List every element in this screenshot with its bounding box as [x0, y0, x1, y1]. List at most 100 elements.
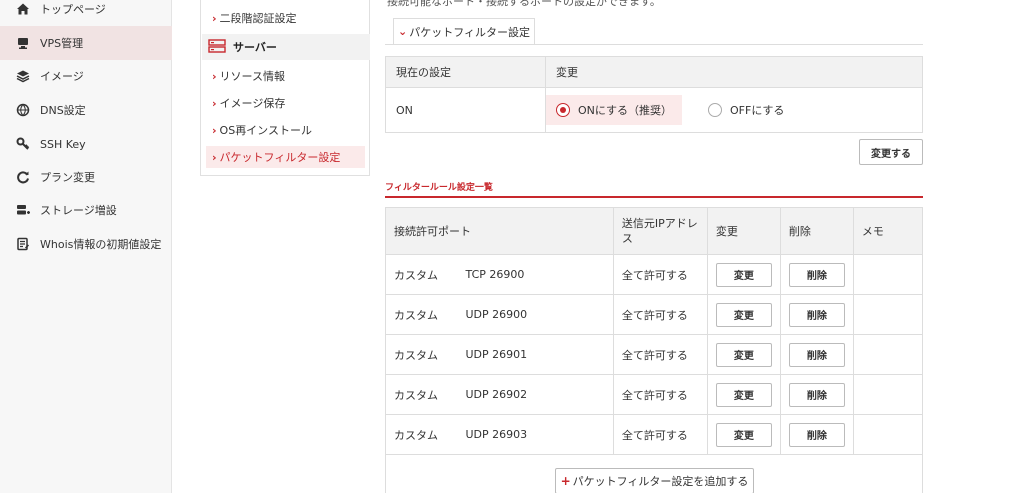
subnav-item-two-factor[interactable]: › 二段階認証設定 [206, 7, 365, 29]
rule-port: UDP 26902 [457, 374, 614, 415]
tab-label: パケットフィルター設定 [409, 25, 530, 39]
radio-off-label: OFFにする [730, 104, 785, 117]
rule-type: カスタム [385, 374, 458, 415]
page-description: 接続可能なポート・接続するポートの設定ができます。 [387, 0, 661, 8]
table-row: カスタム UDP 26901 全て許可する 変更 削除 [385, 334, 924, 375]
rule-delete-cell: 削除 [779, 294, 854, 335]
table-row: ON ONにする（推奨） OFFにする [385, 87, 923, 133]
edit-rule-button[interactable]: 変更 [715, 422, 772, 447]
rules-section-title: フィルタールール設定一覧 [385, 183, 493, 193]
sidebar-item-top[interactable]: トップページ [0, 0, 172, 26]
rule-delete-cell: 削除 [779, 334, 854, 375]
rule-delete-cell: 削除 [779, 414, 854, 455]
rule-port: UDP 26901 [457, 334, 614, 375]
rule-type: カスタム [385, 254, 458, 295]
refresh-icon [16, 170, 30, 184]
rule-change-cell: 変更 [706, 374, 781, 415]
rule-port: UDP 26900 [457, 294, 614, 335]
storage-icon [16, 203, 30, 217]
subnav-item-packet-filter[interactable]: › パケットフィルター設定 [206, 146, 365, 168]
table-row: カスタム UDP 26903 全て許可する 変更 削除 [385, 414, 924, 455]
edit-rule-button[interactable]: 変更 [715, 382, 772, 407]
rules-section-divider [385, 196, 923, 198]
sidebar-item-ssh-key[interactable]: SSH Key [0, 127, 172, 161]
apply-change-button[interactable]: 変更する [859, 139, 923, 165]
radio-on-indicator[interactable] [556, 103, 570, 117]
rule-memo [852, 374, 924, 415]
column-header-change: 変更 [545, 56, 923, 88]
home-icon [16, 2, 30, 16]
rule-source: 全て許可する [612, 414, 708, 455]
sidebar-item-label: トップページ [40, 3, 106, 16]
table-header-row: 現在の設定 変更 [385, 56, 923, 88]
rule-port: UDP 26903 [457, 414, 614, 455]
sidebar-item-whois[interactable]: Whois情報の初期値設定 [0, 227, 172, 261]
subnav-item-label: 二段階認証設定 [219, 12, 297, 25]
sidebar-item-label: Whois情報の初期値設定 [40, 238, 162, 251]
subnav-item-os-reinstall[interactable]: › OS再インストール [206, 119, 365, 141]
radio-option-on[interactable]: ONにする（推奨） [546, 95, 682, 125]
sidebar-item-label: DNS設定 [40, 104, 86, 117]
delete-rule-button[interactable]: 削除 [788, 422, 845, 447]
tab-divider [385, 44, 923, 45]
sidebar-item-storage[interactable]: ストレージ増設 [0, 193, 172, 227]
server-rack-icon [208, 38, 226, 56]
sidebar-item-vps[interactable]: VPS管理 [0, 26, 172, 60]
sidebar-item-label: ストレージ増設 [40, 204, 117, 217]
sidebar-item-label: VPS管理 [40, 37, 84, 50]
server-icon [16, 36, 30, 50]
rule-change-cell: 変更 [706, 294, 781, 335]
edit-rule-button[interactable]: 変更 [715, 262, 772, 287]
subnav-section-server: サーバー [202, 34, 370, 60]
add-button-label: パケットフィルター設定を追加する [572, 475, 749, 488]
table-row: カスタム UDP 26902 全て許可する 変更 削除 [385, 374, 924, 415]
left-navigation: トップページ VPS管理 イメージ DNS設定 SSH Key プラン変更 スト… [0, 0, 172, 493]
rule-type: カスタム [385, 294, 458, 335]
subnav-item-image-save[interactable]: › イメージ保存 [206, 92, 365, 114]
filter-rules-table: 接続許可ポート 送信元IPアドレス 変更 削除 メモ カスタム TCP 2690… [385, 207, 924, 455]
edit-rule-button[interactable]: 変更 [715, 302, 772, 327]
rule-delete-cell: 削除 [779, 254, 854, 295]
filter-settings-table: 現在の設定 変更 ON ONにする（推奨） OFFにする [385, 56, 923, 133]
document-icon [16, 237, 30, 251]
sidebar-item-image[interactable]: イメージ [0, 59, 172, 93]
sidebar-item-plan-change[interactable]: プラン変更 [0, 160, 172, 194]
subnav-item-label: OS再インストール [219, 124, 312, 137]
rule-memo [852, 414, 924, 455]
sidebar-item-dns[interactable]: DNS設定 [0, 93, 172, 127]
radio-on-label: ONにする（推奨） [578, 104, 672, 117]
tab-packet-filter[interactable]: ⌄ パケットフィルター設定 [393, 18, 535, 44]
radio-option-off[interactable]: OFFにする [698, 95, 794, 125]
rule-type: カスタム [385, 414, 458, 455]
subnav-item-resource-info[interactable]: › リソース情報 [206, 65, 365, 87]
subnav-section-label: サーバー [233, 41, 277, 54]
delete-rule-button[interactable]: 削除 [788, 262, 845, 287]
current-setting-value: ON [385, 87, 546, 133]
plus-icon: + [560, 474, 571, 488]
rule-change-cell: 変更 [706, 334, 781, 375]
subnav-item-label: イメージ保存 [219, 97, 286, 110]
sidebar-item-label: SSH Key [40, 137, 86, 151]
delete-rule-button[interactable]: 削除 [788, 342, 845, 367]
radio-off-indicator[interactable] [708, 103, 722, 117]
delete-rule-button[interactable]: 削除 [788, 302, 845, 327]
rule-change-cell: 変更 [706, 414, 781, 455]
rule-source: 全て許可する [612, 294, 708, 335]
layers-icon [16, 69, 30, 83]
column-header-current: 現在の設定 [385, 56, 546, 88]
toggle-options-cell: ONにする（推奨） OFFにする [545, 87, 923, 133]
edit-rule-button[interactable]: 変更 [715, 342, 772, 367]
chevron-right-icon: › [212, 69, 217, 83]
key-icon [16, 137, 30, 151]
rule-change-cell: 変更 [706, 254, 781, 295]
add-packet-filter-button[interactable]: + パケットフィルター設定を追加する [555, 468, 754, 493]
delete-rule-button[interactable]: 削除 [788, 382, 845, 407]
rule-source: 全て許可する [612, 374, 708, 415]
column-header-change: 変更 [706, 207, 781, 255]
subnav-item-label: パケットフィルター設定 [219, 151, 341, 164]
rule-type: カスタム [385, 334, 458, 375]
chevron-right-icon: › [212, 123, 217, 137]
table-header-row: 接続許可ポート 送信元IPアドレス 変更 削除 メモ [385, 207, 924, 255]
column-header-memo: メモ [852, 207, 924, 255]
table-row: カスタム UDP 26900 全て許可する 変更 削除 [385, 294, 924, 335]
